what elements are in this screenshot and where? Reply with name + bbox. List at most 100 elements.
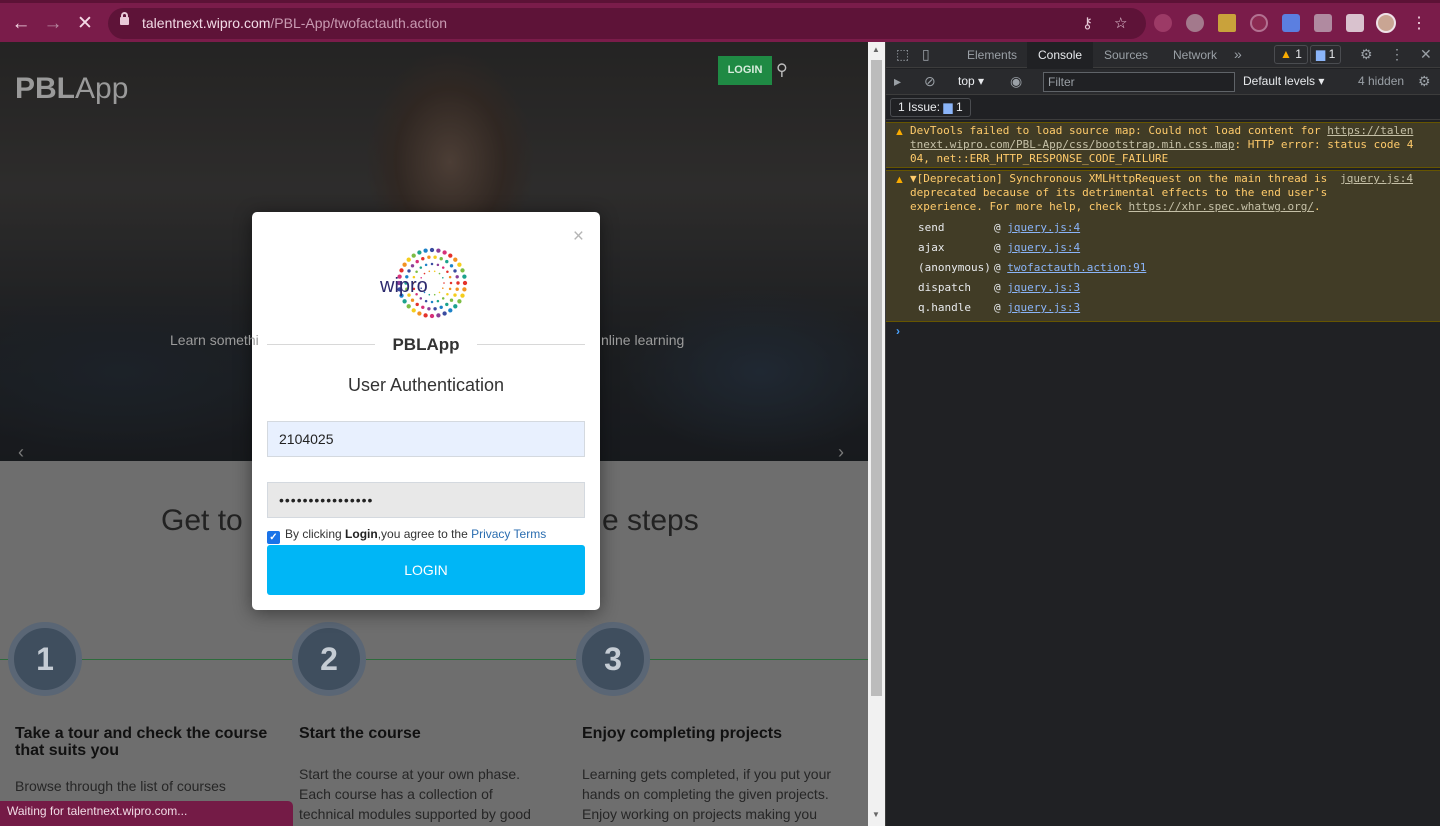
issues-button[interactable]: 1 Issue: ▆ 1: [890, 98, 971, 117]
bookmark-star-icon[interactable]: ☆: [1114, 14, 1127, 32]
logo-dot: [428, 293, 431, 296]
logo-dot: [436, 263, 440, 267]
logo-dot: [455, 275, 459, 279]
site-logo[interactable]: PBLApp: [15, 72, 128, 106]
carousel-prev-icon[interactable]: ‹: [18, 442, 24, 463]
console-settings-icon[interactable]: ⚙: [1418, 73, 1431, 90]
sidebar-toggle-icon[interactable]: ▸: [894, 73, 901, 90]
close-devtools-icon[interactable]: ✕: [1420, 46, 1432, 63]
logo-dot: [453, 269, 457, 273]
wipro-logo: wipro: [380, 247, 468, 319]
warning-text[interactable]: ▼[Deprecation] Synchronous XMLHttpReques…: [910, 172, 1330, 214]
warning-icon: ▲: [894, 126, 905, 138]
extension-icon[interactable]: [1314, 14, 1332, 32]
clear-console-icon[interactable]: ⊘: [924, 73, 936, 90]
logo-dot: [433, 270, 436, 273]
tab-sources[interactable]: Sources: [1093, 42, 1159, 68]
search-icon[interactable]: ⚲: [776, 60, 788, 80]
stop-loading-icon[interactable]: ✕: [72, 11, 98, 37]
logo-dot: [411, 308, 416, 313]
password-field[interactable]: ••••••••••••••••: [267, 482, 585, 518]
avatar[interactable]: [1376, 13, 1396, 33]
kebab-menu-icon[interactable]: ⋮: [1390, 46, 1404, 63]
key-icon[interactable]: ⚷: [1082, 14, 1093, 32]
address-bar[interactable]: talentnext.wipro.com/PBL-App/twofactauth…: [108, 8, 1146, 39]
scrollbar-thumb[interactable]: [871, 60, 882, 696]
record-icon[interactable]: [1250, 14, 1268, 32]
step-description: Start the course at your own phase. Each…: [299, 766, 531, 822]
login-button[interactable]: LOGIN: [267, 545, 585, 595]
settings-gear-icon[interactable]: ⚙: [1360, 46, 1373, 63]
inspect-element-icon[interactable]: ⬚: [896, 46, 909, 63]
tab-network[interactable]: Network: [1162, 42, 1228, 68]
stack-source-link[interactable]: twofactauth.action:91: [1007, 261, 1146, 274]
header-login-button[interactable]: LOGIN: [718, 56, 772, 85]
browser-status-bar: Waiting for talentnext.wipro.com...: [0, 801, 293, 826]
back-arrow-icon[interactable]: ←: [8, 11, 34, 37]
tab-elements[interactable]: Elements: [956, 42, 1028, 68]
puzzle-extensions-icon[interactable]: [1346, 14, 1364, 32]
context-selector[interactable]: top ▾: [958, 74, 984, 88]
logo-dot: [443, 282, 445, 284]
stack-source-link[interactable]: jquery.js:4: [1007, 221, 1080, 234]
warnings-badge[interactable]: ▲ 1: [1274, 45, 1308, 64]
console-warning: ▲ DevTools failed to load source map: Co…: [886, 122, 1440, 168]
logo-dot: [456, 281, 460, 285]
logo-dot: [399, 268, 404, 273]
message-icon: ▆: [1316, 47, 1326, 61]
stack-source-link[interactable]: jquery.js:4: [1007, 241, 1080, 254]
logo-dot: [419, 297, 423, 300]
steps-heading-left: Get to: [161, 504, 243, 537]
logo-dot: [424, 299, 428, 303]
logo-dot: [442, 311, 447, 316]
logo-dot: [441, 266, 445, 269]
username-field[interactable]: 2104025: [267, 421, 585, 457]
logo-dot: [424, 263, 428, 267]
privacy-terms-link[interactable]: Privacy Terms: [471, 527, 546, 541]
logo-dot: [402, 299, 407, 304]
eye-icon[interactable]: ◉: [1010, 73, 1022, 90]
log-levels-dropdown[interactable]: Default levels ▾: [1243, 74, 1324, 88]
extension-icon[interactable]: [1282, 14, 1300, 32]
logo-dot: [415, 270, 418, 274]
devtools-panel: ⬚ ▯ Elements Console Sources Network » ▲…: [885, 42, 1440, 826]
browser-toolbar: ← → ✕ talentnext.wipro.com/PBL-App/twofa…: [0, 0, 1440, 42]
stack-source-link[interactable]: jquery.js:3: [1007, 281, 1080, 294]
console-warning: ▲ jquery.js:4 ▼[Deprecation] Synchronous…: [886, 170, 1440, 322]
logo-dot: [462, 280, 468, 286]
scroll-down-icon[interactable]: ▼: [872, 810, 880, 819]
lock-icon: [120, 12, 129, 25]
extension-icon[interactable]: [1186, 14, 1204, 32]
source-link[interactable]: jquery.js:4: [1340, 172, 1413, 186]
logo-dot: [429, 247, 435, 253]
page-scrollbar[interactable]: ▲ ▼: [868, 42, 885, 826]
hero-caption-left: Learn somethi: [170, 332, 259, 348]
kebab-menu-icon[interactable]: ⋮: [1406, 11, 1432, 37]
carousel-next-icon[interactable]: ›: [838, 442, 844, 463]
logo-dot: [446, 292, 449, 296]
logo-dot: [448, 253, 453, 258]
warning-icon: ▲: [1280, 47, 1292, 61]
device-toolbar-icon[interactable]: ▯: [922, 46, 930, 63]
xhr-spec-link[interactable]: https://xhr.spec.whatwg.org/: [1129, 200, 1314, 213]
more-tabs-icon[interactable]: »: [1234, 46, 1242, 62]
forward-arrow-icon[interactable]: →: [40, 11, 66, 37]
logo-dot: [455, 287, 459, 291]
stack-source-link[interactable]: jquery.js:3: [1007, 301, 1080, 314]
extension-icon[interactable]: [1154, 14, 1172, 32]
step-title: Take a tour and check the course that su…: [15, 725, 268, 759]
console-filter-input[interactable]: Filter: [1043, 72, 1235, 92]
extension-icon[interactable]: [1218, 14, 1236, 32]
logo-dot: [417, 250, 422, 255]
logo-dot: [411, 253, 416, 258]
logo-dot: [460, 268, 465, 273]
console-prompt[interactable]: ›: [896, 324, 900, 338]
terms-agreement: ✓ By clicking Login,you agree to the Priv…: [267, 527, 546, 544]
terms-checkbox[interactable]: ✓: [267, 531, 280, 544]
scroll-up-icon[interactable]: ▲: [872, 45, 880, 54]
close-icon[interactable]: ×: [573, 226, 584, 248]
logo-dot: [417, 311, 422, 316]
tab-console[interactable]: Console: [1027, 42, 1094, 68]
messages-badge[interactable]: ▆ 1: [1310, 45, 1342, 64]
logo-dot: [449, 264, 454, 268]
